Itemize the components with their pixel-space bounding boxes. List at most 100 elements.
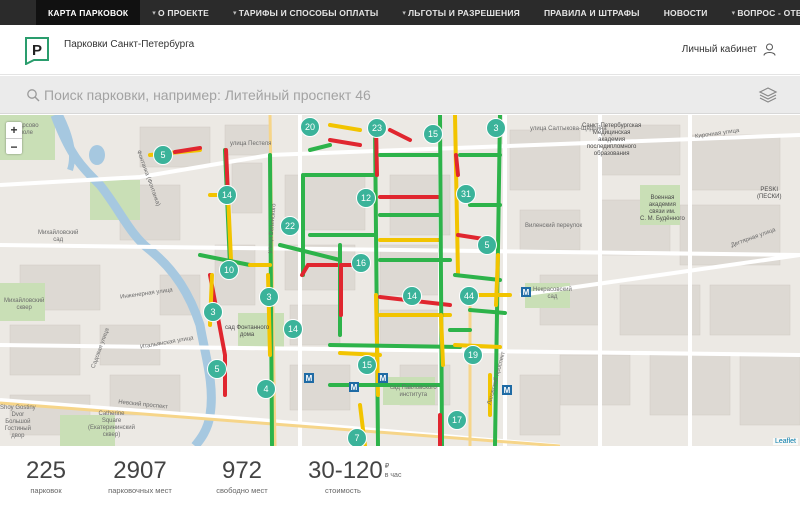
account-label: Личный кабинет	[681, 44, 757, 55]
parking-cluster-marker[interactable]: 10	[219, 260, 239, 280]
chevron-down-icon: ▾	[152, 9, 157, 17]
parking-cluster-marker[interactable]: 14	[402, 286, 422, 306]
stat-parkings: 225 парковок	[24, 457, 68, 496]
stat-label: стоимость	[325, 486, 361, 495]
map-label: улица Пестеля	[230, 141, 272, 147]
per-hour: в час	[384, 472, 402, 479]
parking-cluster-marker[interactable]: 20	[300, 117, 320, 137]
stat-value: 2907	[113, 457, 167, 484]
cluster-count: 10	[224, 265, 234, 275]
cluster-count: 15	[362, 360, 372, 370]
cluster-count: 14	[222, 190, 232, 200]
cluster-count: 5	[160, 150, 165, 160]
site-title[interactable]: Парковки Санкт-Петербурга	[64, 39, 194, 50]
nav-label: ЛЬГОТЫ И РАЗРЕШЕНИЯ	[408, 7, 520, 18]
cluster-count: 14	[407, 291, 417, 301]
nav-news[interactable]: НОВОСТИ	[652, 0, 720, 25]
statistics-bar: 225 парковок 2907 парковочных мест 972 с…	[0, 446, 800, 509]
cluster-count: 15	[428, 129, 438, 139]
cluster-count: 3	[493, 123, 498, 133]
price-unit: ₽ в час	[385, 462, 402, 480]
ruble-symbol: ₽	[384, 463, 390, 470]
nav-label: КАРТА ПАРКОВОК	[48, 7, 129, 18]
map-label: Михайловский сквер	[4, 298, 45, 311]
account-link[interactable]: Личный кабинет	[682, 43, 776, 56]
nav-rules[interactable]: ПРАВИЛА И ШТРАФЫ	[532, 0, 652, 25]
cluster-count: 7	[354, 433, 359, 443]
stat-price: 30-120 ₽ в час стоимость	[308, 457, 402, 496]
nav-benefits[interactable]: ▾ ЛЬГОТЫ И РАЗРЕШЕНИЯ	[390, 0, 532, 25]
nav-about[interactable]: ▾ О ПРОЕКТЕ	[140, 0, 221, 25]
parking-cluster-marker[interactable]: 14	[283, 319, 303, 339]
parking-cluster-marker[interactable]: 12	[356, 188, 376, 208]
parking-map[interactable]: M M M M M 5 20 23 15 3 14 12 31 22 5 16 10 3 14 44 3 14 1…	[0, 115, 800, 446]
cluster-count: 20	[305, 122, 315, 132]
svg-text:P: P	[32, 42, 42, 59]
site-header: P Парковки Санкт-Петербурга Личный кабин…	[0, 25, 800, 75]
cluster-count: 14	[288, 324, 298, 334]
zoom-in-button[interactable]: +	[6, 122, 22, 138]
cluster-count: 16	[356, 258, 366, 268]
stat-value: 972	[221, 457, 263, 484]
parking-cluster-marker[interactable]: 14	[217, 185, 237, 205]
svg-text:M: M	[504, 386, 511, 395]
svg-text:M: M	[351, 383, 358, 392]
parking-cluster-marker[interactable]: 15	[423, 124, 443, 144]
cluster-count: 44	[464, 291, 474, 301]
chevron-down-icon: ▾	[731, 9, 736, 17]
parking-logo-icon[interactable]: P	[25, 37, 49, 65]
top-navigation: КАРТА ПАРКОВОК ▾ О ПРОЕКТЕ ▾ ТАРИФЫ И СПОС…	[0, 0, 800, 25]
stat-label: свободно мест	[216, 486, 268, 495]
cluster-count: 23	[372, 123, 382, 133]
nav-parking-map[interactable]: КАРТА ПАРКОВОК	[36, 0, 141, 25]
parking-cluster-marker[interactable]: 5	[153, 145, 173, 165]
svg-text:M: M	[380, 374, 387, 383]
nav-tariffs[interactable]: ▾ ТАРИФЫ И СПОСОБЫ ОПЛАТЫ	[221, 0, 390, 25]
map-attribution[interactable]: Leaflet	[772, 438, 798, 445]
search-input[interactable]	[44, 82, 724, 108]
cluster-count: 22	[285, 221, 295, 231]
stat-value: 30-120	[308, 457, 383, 484]
parking-cluster-marker[interactable]: 4	[256, 379, 276, 399]
parking-cluster-marker[interactable]: 23	[367, 118, 387, 138]
map-label: Виленский переулок	[525, 223, 583, 229]
zoom-control: + −	[6, 122, 22, 154]
map-label: сад Павловского института	[390, 385, 437, 398]
zoom-out-button[interactable]: −	[6, 138, 22, 154]
cluster-count: 4	[263, 384, 268, 394]
parking-cluster-marker[interactable]: 22	[280, 216, 300, 236]
nav-label: ПРАВИЛА И ШТРАФЫ	[543, 7, 640, 18]
parking-cluster-marker[interactable]: 17	[447, 410, 467, 430]
cluster-count: 3	[266, 292, 271, 302]
parking-cluster-marker[interactable]: 16	[351, 253, 371, 273]
stat-free: 972 свободно мест	[210, 457, 274, 496]
cluster-count: 19	[468, 350, 478, 360]
parking-cluster-marker[interactable]: 44	[459, 286, 479, 306]
parking-cluster-marker[interactable]: 19	[463, 345, 483, 365]
cluster-count: 5	[484, 240, 489, 250]
nav-label: ТАРИФЫ И СПОСОБЫ ОПЛАТЫ	[238, 7, 379, 18]
search-icon	[27, 89, 40, 102]
map-label: Военная академия связи им. С. М. Будённо…	[640, 195, 685, 222]
map-label: улица Салтыкова-Щедрина	[530, 126, 607, 132]
parking-cluster-marker[interactable]: 5	[207, 359, 227, 379]
stat-spaces: 2907 парковочных мест	[100, 457, 180, 496]
nav-label: ВОПРОС - ОТВЕТ	[737, 7, 800, 18]
parking-cluster-marker[interactable]: 7	[347, 428, 367, 447]
parking-cluster-marker[interactable]: 31	[456, 184, 476, 204]
nav-faq[interactable]: ▾ВОПРОС - ОТВЕТ	[720, 0, 800, 25]
nav-label: НОВОСТИ	[663, 7, 708, 18]
user-icon	[763, 43, 776, 56]
parking-cluster-marker[interactable]: 15	[357, 355, 377, 375]
parking-cluster-marker[interactable]: 5	[477, 235, 497, 255]
parking-cluster-marker[interactable]: 3	[486, 118, 506, 138]
nav-label: О ПРОЕКТЕ	[158, 7, 209, 18]
svg-text:M: M	[523, 288, 530, 297]
map-label: PESKI (ПЕСКИ)	[757, 187, 782, 200]
cluster-count: 5	[214, 364, 219, 374]
stat-value: 225	[25, 457, 67, 484]
parking-cluster-marker[interactable]: 3	[203, 302, 223, 322]
layers-icon[interactable]	[758, 85, 778, 105]
stat-label: парковочных мест	[108, 486, 172, 495]
parking-cluster-marker[interactable]: 3	[259, 287, 279, 307]
